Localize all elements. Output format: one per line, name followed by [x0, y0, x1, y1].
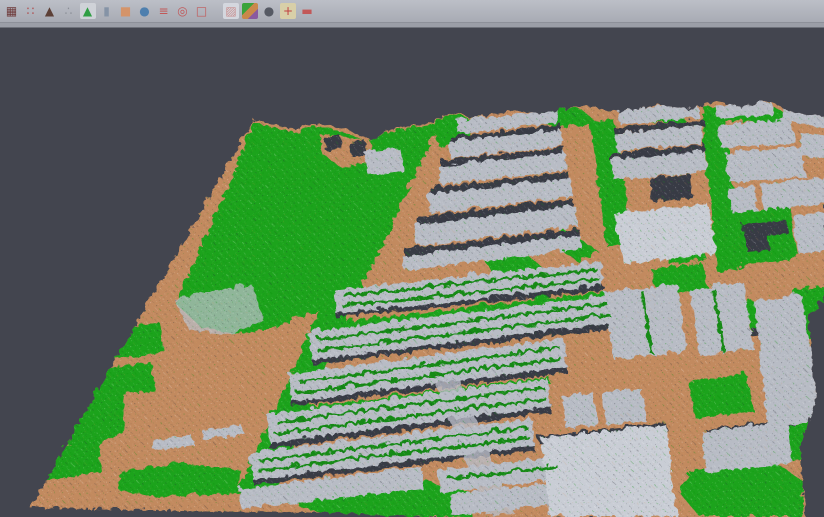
- profile-bar-icon[interactable]: ▮: [99, 3, 115, 19]
- mesh-object-icon[interactable]: ●: [261, 3, 277, 19]
- ring-settings-icon[interactable]: ◎: [175, 3, 191, 19]
- classification-icon[interactable]: [242, 3, 258, 19]
- move-transform-icon[interactable]: +: [280, 3, 296, 19]
- point-cloud-canvas[interactable]: [0, 28, 824, 517]
- scatter-points-icon[interactable]: ∷: [23, 3, 39, 19]
- main-toolbar: ▦∷▲∴▲▮■●≡◎□▨●+▬: [0, 0, 824, 22]
- ground-class-icon[interactable]: ■: [118, 3, 134, 19]
- clip-box-icon[interactable]: ▨: [223, 3, 239, 19]
- select-bounds-icon[interactable]: □: [194, 3, 210, 19]
- mountain-model-icon[interactable]: ▲: [42, 3, 58, 19]
- list-icon[interactable]: ≡: [156, 3, 172, 19]
- terrain-dem-icon[interactable]: ▲: [80, 3, 96, 19]
- open-data-icon[interactable]: ▦: [4, 3, 20, 19]
- globe-icon[interactable]: ●: [137, 3, 153, 19]
- sparse-points-icon[interactable]: ∴: [61, 3, 77, 19]
- ribbon-tool-icon[interactable]: ▬: [299, 3, 315, 19]
- viewport-3d[interactable]: [0, 28, 824, 517]
